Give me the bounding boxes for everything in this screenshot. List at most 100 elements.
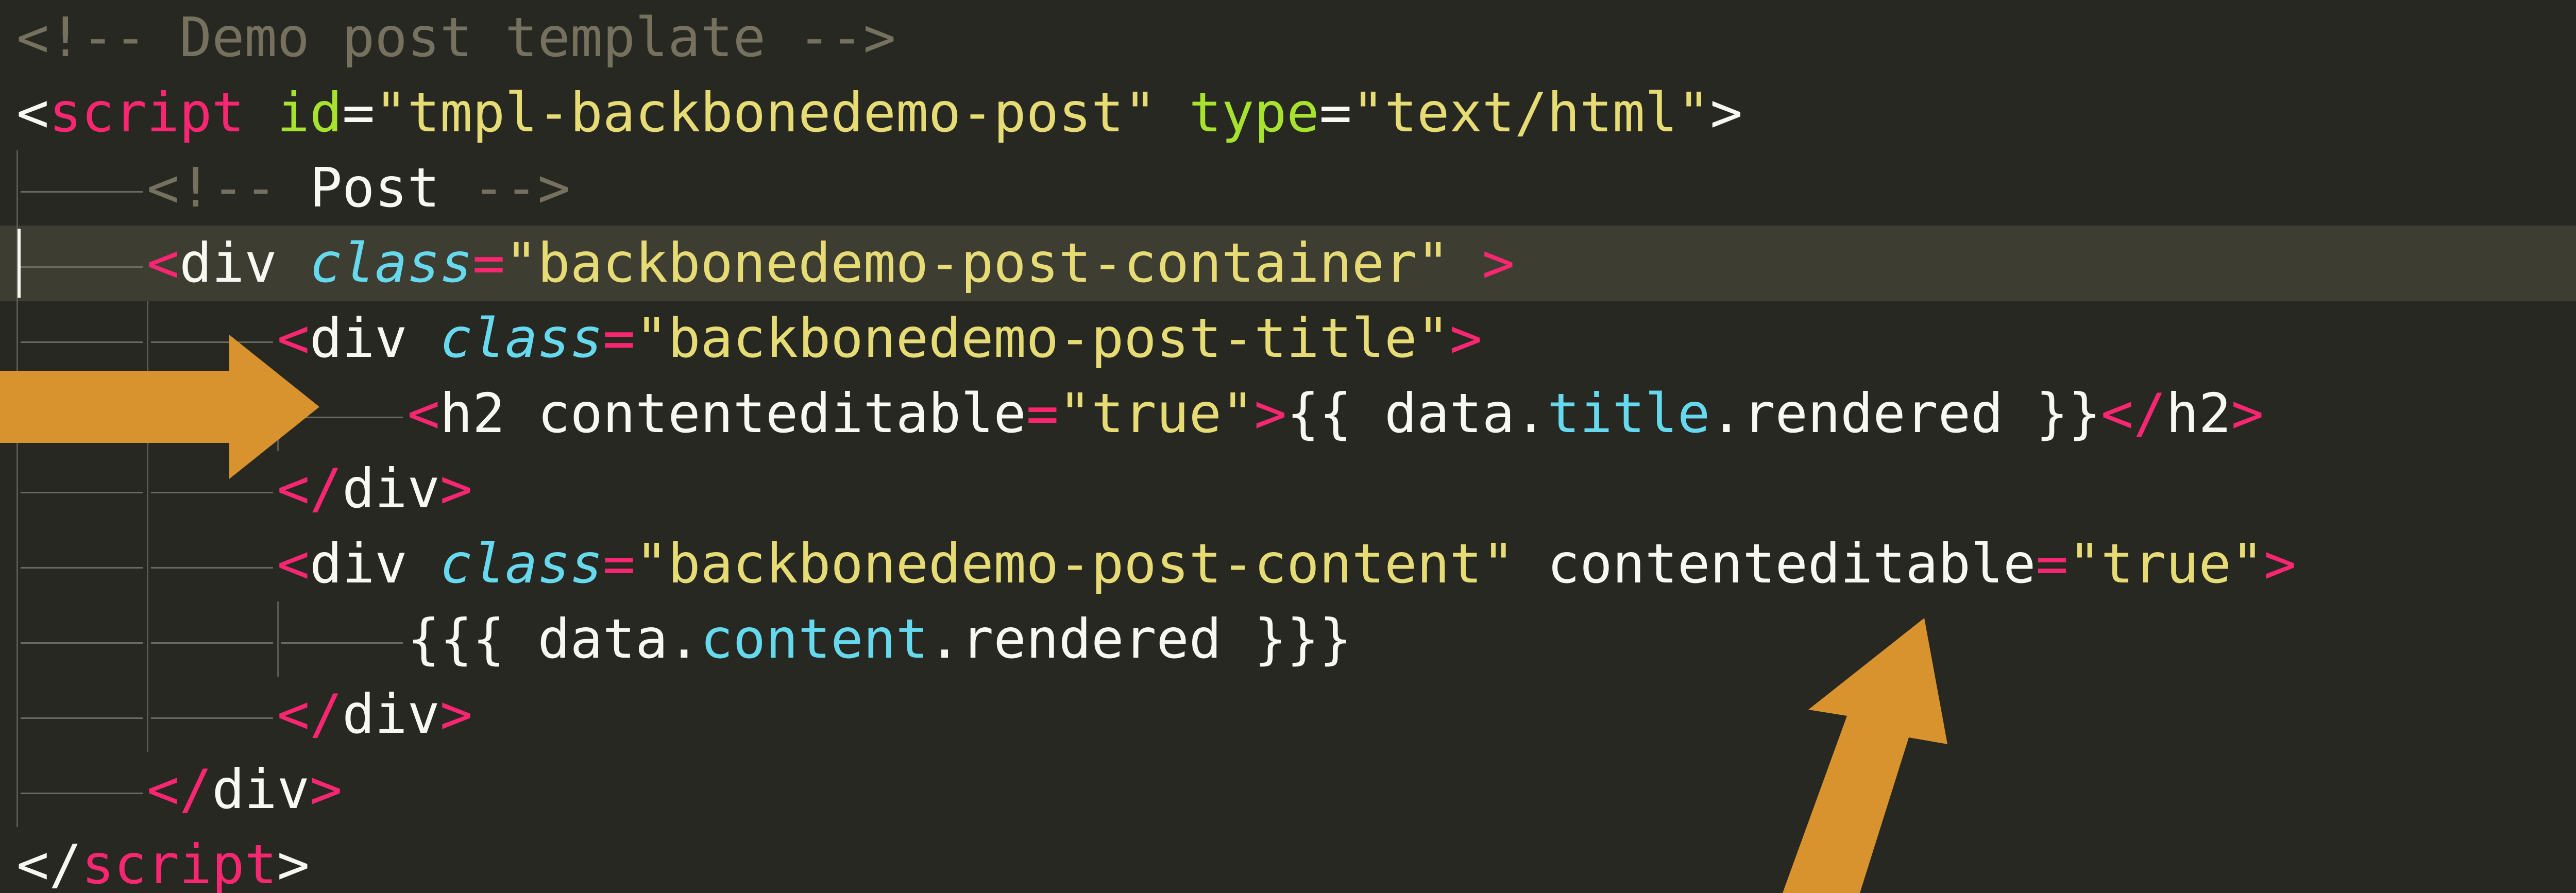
code-token: = xyxy=(602,533,636,595)
code-token: title xyxy=(1547,382,1710,445)
code-line-text: <script id="tmpl-backbonedemo-post" type… xyxy=(16,75,1742,150)
code-line[interactable]: <!-- Demo post template --> xyxy=(0,0,2576,75)
code-token: > xyxy=(439,457,473,520)
code-token: script xyxy=(81,833,277,893)
indent-guide xyxy=(146,602,148,677)
indent-guide xyxy=(146,526,148,602)
code-line[interactable]: <script id="tmpl-backbonedemo-post" type… xyxy=(0,75,2576,150)
code-token: = xyxy=(2036,533,2069,595)
whitespace-marker xyxy=(21,266,143,268)
code-line[interactable]: </div> xyxy=(0,677,2576,752)
whitespace-marker xyxy=(21,191,143,193)
indent-guide xyxy=(16,752,18,827)
code-line[interactable]: </div> xyxy=(0,752,2576,827)
code-token: "backbonedemo-post-content" xyxy=(635,533,1515,595)
code-token: <!-- Demo post template --> xyxy=(16,6,896,69)
code-token: script xyxy=(49,81,245,144)
code-token: div xyxy=(309,533,440,595)
right-arrow-icon xyxy=(0,335,319,479)
code-token: .rendered }}} xyxy=(928,608,1352,671)
code-line[interactable]: <!-- Post --> xyxy=(0,150,2576,226)
code-line-text: <div class="backbonedemo-post-content" c… xyxy=(16,526,2296,602)
code-line-text: <div class="backbonedemo-post-container"… xyxy=(16,226,1515,301)
code-token: "text/html" xyxy=(1351,81,1710,144)
code-token: > xyxy=(1710,81,1743,144)
code-line-text: </div> xyxy=(16,752,342,827)
code-token: "true" xyxy=(1058,382,1255,445)
code-token: </ xyxy=(2100,382,2166,445)
code-editor[interactable]: <!-- Demo post template --> <script id="t… xyxy=(0,0,2576,893)
code-token: type xyxy=(1189,81,1319,144)
code-token: > xyxy=(1449,307,1482,370)
indent-guide xyxy=(16,150,18,226)
indent-guide xyxy=(16,602,18,677)
code-token: = xyxy=(342,81,375,144)
code-token: <!-- xyxy=(146,157,310,219)
code-token: = xyxy=(1319,81,1352,144)
code-token: h2 xyxy=(2166,382,2231,445)
code-line-text: </script> xyxy=(16,827,310,893)
whitespace-marker xyxy=(150,717,273,719)
whitespace-marker xyxy=(281,642,403,644)
code-token: = xyxy=(602,307,636,370)
code-line[interactable]: </div> xyxy=(0,451,2576,526)
code-token: > xyxy=(2231,382,2264,445)
code-token: = xyxy=(472,232,505,295)
code-line[interactable]: <h2 contenteditable="true">{{ data.title… xyxy=(0,376,2576,451)
code-token: > xyxy=(439,683,473,746)
whitespace-marker xyxy=(21,642,143,644)
code-token: div xyxy=(342,683,440,746)
code-token: </ xyxy=(16,833,82,893)
code-token: {{{ data. xyxy=(16,608,701,671)
code-token: {{ data. xyxy=(1286,382,1548,445)
whitespace-marker xyxy=(150,642,273,644)
code-token: "backbonedemo-post-container" xyxy=(505,232,1450,295)
code-token: < xyxy=(407,382,440,445)
up-arrow-icon xyxy=(1783,618,1947,893)
code-token: div xyxy=(342,457,440,520)
code-token: .rendered }} xyxy=(1710,382,2101,445)
code-token: > xyxy=(1482,232,1515,295)
whitespace-marker xyxy=(21,717,143,719)
code-line[interactable]: {{{ data.content.rendered }}} xyxy=(0,602,2576,677)
code-token: content xyxy=(700,608,929,671)
code-token: </ xyxy=(277,683,343,746)
code-token: h2 contenteditable xyxy=(439,382,1026,445)
indent-guide xyxy=(16,526,18,602)
code-token: class xyxy=(439,533,603,595)
code-line[interactable]: <div class="backbonedemo-post-title"> xyxy=(0,301,2576,376)
code-token: </ xyxy=(146,758,212,821)
code-token: Post xyxy=(309,157,440,219)
code-token: > xyxy=(1254,382,1287,445)
code-token: "backbonedemo-post-title" xyxy=(635,307,1450,370)
code-token: contenteditable xyxy=(1514,533,2036,595)
code-token: class xyxy=(439,307,603,370)
code-token: div xyxy=(212,758,310,821)
code-token: > xyxy=(309,758,343,821)
code-line[interactable]: <div class="backbonedemo-post-content" c… xyxy=(0,526,2576,602)
code-token: < xyxy=(146,232,180,295)
code-line[interactable]: </script> xyxy=(0,827,2576,893)
code-line-text: <h2 contenteditable="true">{{ data.title… xyxy=(16,376,2264,451)
whitespace-marker xyxy=(21,567,143,569)
code-token: id xyxy=(277,81,343,144)
whitespace-marker xyxy=(150,567,273,569)
code-line[interactable]: <div class="backbonedemo-post-container"… xyxy=(0,226,2576,301)
indent-guide xyxy=(146,677,148,752)
code-line-text: {{{ data.content.rendered }}} xyxy=(16,602,1352,677)
whitespace-marker xyxy=(21,492,143,493)
code-line-text: <!-- Post --> xyxy=(16,150,570,226)
text-cursor xyxy=(18,229,21,298)
code-line-text: <!-- Demo post template --> xyxy=(16,0,896,75)
code-token: "tmpl-backbonedemo-post" xyxy=(375,81,1157,144)
code-token: > xyxy=(2263,533,2297,595)
code-token: --> xyxy=(439,157,570,219)
code-token: < xyxy=(16,81,49,144)
indent-guide xyxy=(16,677,18,752)
